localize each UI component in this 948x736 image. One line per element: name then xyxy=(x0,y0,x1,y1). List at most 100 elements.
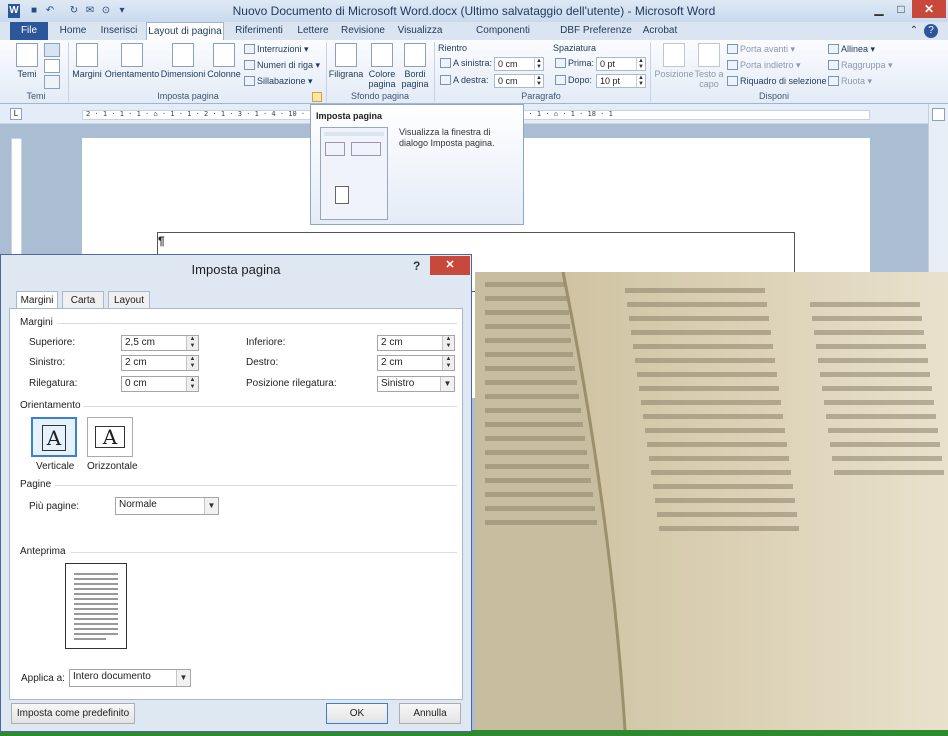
numeri-riga-button[interactable]: Numeri di riga ▾ xyxy=(244,59,320,72)
riquadro-selezione-button[interactable]: Riquadro di selezione xyxy=(727,75,827,88)
help-icon[interactable]: ? xyxy=(924,24,938,38)
orientation-landscape-button[interactable]: A xyxy=(87,417,133,457)
interruzioni-button[interactable]: Interruzioni ▾ xyxy=(244,43,309,56)
tab-selector-icon[interactable]: L xyxy=(10,108,22,120)
indent-left-spinner[interactable]: ▲ ▼ xyxy=(534,58,543,70)
sillabazione-button[interactable]: Sillabazione ▾ xyxy=(244,75,313,88)
bring-forward-icon xyxy=(727,44,738,54)
section-pagine: Pagine xyxy=(20,479,52,490)
tab-componenti-aggiuntivi[interactable]: Componenti aggiuntivi xyxy=(454,22,552,54)
tab-layout-di-pagina[interactable]: Layout di pagina xyxy=(146,22,224,40)
sinistro-input[interactable]: 2 cm ▲ ▼ xyxy=(121,355,199,371)
group-label-paragrafo: Paragrafo xyxy=(521,91,561,101)
dialog-launcher-icon[interactable] xyxy=(312,92,322,102)
chevron-down-icon[interactable]: ▼ xyxy=(176,670,190,686)
tab-home[interactable]: Home xyxy=(56,22,90,40)
chevron-down-icon[interactable]: ▼ xyxy=(440,377,454,391)
superiore-input[interactable]: 2,5 cm ▲ ▼ xyxy=(121,335,199,351)
testo-a-label: Testo a xyxy=(694,69,724,79)
collapse-ribbon-icon[interactable]: ⌃ xyxy=(908,22,920,40)
space-before-input[interactable]: 0 pt ▲ ▼ xyxy=(596,57,646,71)
piu-pagine-select[interactable]: Normale ▼ xyxy=(115,497,219,515)
bordi-pagina-button[interactable]: Bordi pagina xyxy=(400,43,430,89)
posizione-rilegatura-select[interactable]: Sinistro ▼ xyxy=(377,376,455,392)
theme-fonts-icon[interactable] xyxy=(44,59,60,73)
dialog-help-button[interactable]: ? xyxy=(413,259,420,273)
posizione-button[interactable]: Posizione xyxy=(654,43,694,79)
orizzontale-label: Orizzontale xyxy=(87,461,138,472)
rilegatura-label: Rilegatura: xyxy=(29,378,78,389)
tab-lettere[interactable]: Lettere xyxy=(294,22,332,40)
applica-a-select[interactable]: Intero documento ▼ xyxy=(69,669,191,687)
space-after-spinner[interactable]: ▲ ▼ xyxy=(636,75,645,87)
raggruppa-button[interactable]: Raggruppa ▾ xyxy=(828,59,893,72)
view-ruler-icon[interactable] xyxy=(932,108,945,121)
tab-dbf-preferenze[interactable]: DBF Preferenze xyxy=(560,22,632,40)
tab-acrobat[interactable]: Acrobat xyxy=(638,22,682,40)
ruota-button[interactable]: Ruota ▾ xyxy=(828,75,872,88)
chevron-down-icon[interactable]: ▼ xyxy=(204,498,218,514)
dimensioni-button[interactable]: Dimensioni xyxy=(160,43,206,79)
space-after-icon xyxy=(555,75,566,85)
ok-button[interactable]: OK xyxy=(326,703,388,724)
space-before-spinner[interactable]: ▲ ▼ xyxy=(636,58,645,70)
tab-layout[interactable]: Layout xyxy=(108,291,150,309)
filigrana-button[interactable]: Filigrana xyxy=(328,43,364,79)
page-color-icon xyxy=(371,43,393,67)
destro-spinner[interactable]: ▲ ▼ xyxy=(442,356,454,370)
tab-inserisci[interactable]: Inserisci xyxy=(96,22,142,40)
temi-button[interactable]: Temi xyxy=(14,43,40,79)
imposta-predefinito-button[interactable]: Imposta come predefinito xyxy=(11,703,135,724)
destro-input[interactable]: 2 cm ▲ ▼ xyxy=(377,355,455,371)
porta-indietro-button[interactable]: Porta indietro ▾ xyxy=(727,59,801,72)
dialog-close-button[interactable]: ✕ xyxy=(430,256,470,275)
filigrana-label: Filigrana xyxy=(328,69,364,79)
indent-left-value: 0 cm xyxy=(498,59,518,69)
colonne-button[interactable]: Colonne xyxy=(206,43,242,79)
porta-avanti-button[interactable]: Porta avanti ▾ xyxy=(727,43,795,56)
rilegatura-spinner[interactable]: ▲ ▼ xyxy=(186,377,198,391)
theme-effects-icon[interactable] xyxy=(44,75,60,89)
inferiore-spinner[interactable]: ▲ ▼ xyxy=(442,336,454,350)
position-icon xyxy=(663,43,685,67)
indent-right-input[interactable]: 0 cm ▲ ▼ xyxy=(494,74,544,88)
tab-revisione[interactable]: Revisione xyxy=(340,22,386,40)
tab-file[interactable]: File xyxy=(10,22,48,40)
hyphenation-icon xyxy=(244,76,255,86)
theme-colors-icon[interactable] xyxy=(44,43,60,57)
orientamento-button[interactable]: Orientamento xyxy=(104,43,160,79)
orientation-portrait-button[interactable]: A xyxy=(31,417,77,457)
annulla-button[interactable]: Annulla xyxy=(399,703,461,724)
superiore-spinner[interactable]: ▲ ▼ xyxy=(186,336,198,350)
size-icon xyxy=(172,43,194,67)
orientamento-label: Orientamento xyxy=(104,69,160,79)
tab-riferimenti[interactable]: Riferimenti xyxy=(230,22,288,40)
margini-button[interactable]: Margini xyxy=(70,43,104,79)
space-after-input[interactable]: 10 pt ▲ ▼ xyxy=(596,74,646,88)
maximize-button[interactable]: □ xyxy=(890,0,912,18)
ribbon: Temi Temi Margini Orientamento Dimension… xyxy=(0,40,948,104)
tab-visualizza[interactable]: Visualizza xyxy=(394,22,446,40)
send-backward-icon xyxy=(727,60,738,70)
rotate-icon xyxy=(828,76,839,86)
raggruppa-label: Raggruppa xyxy=(841,60,886,70)
inferiore-input[interactable]: 2 cm ▲ ▼ xyxy=(377,335,455,351)
testo-a-capo-button[interactable]: Testo a capo xyxy=(694,43,724,89)
dialog-title-bar[interactable]: Imposta pagina ? ✕ xyxy=(1,255,471,283)
indent-left-input[interactable]: 0 cm ▲ ▼ xyxy=(494,57,544,71)
colore-pagina-button[interactable]: Colore pagina xyxy=(364,43,400,89)
old-book-photo xyxy=(475,272,948,730)
vertical-scrollbar[interactable] xyxy=(928,104,948,274)
allinea-button[interactable]: Allinea ▾ xyxy=(828,43,875,56)
riquadro-label: Riquadro di selezione xyxy=(740,76,827,86)
minimize-button[interactable]: ▁ xyxy=(868,0,890,18)
rilegatura-input[interactable]: 0 cm ▲ ▼ xyxy=(121,376,199,392)
a-sinistra-label: A sinistra: xyxy=(440,57,492,70)
tab-carta[interactable]: Carta xyxy=(62,291,104,309)
vertical-ruler[interactable] xyxy=(11,138,22,266)
margini-label: Margini xyxy=(72,69,102,79)
close-window-button[interactable]: ✕ xyxy=(912,0,946,18)
indent-right-spinner[interactable]: ▲ ▼ xyxy=(534,75,543,87)
sinistro-spinner[interactable]: ▲ ▼ xyxy=(186,356,198,370)
interruzioni-label: Interruzioni xyxy=(257,44,302,54)
